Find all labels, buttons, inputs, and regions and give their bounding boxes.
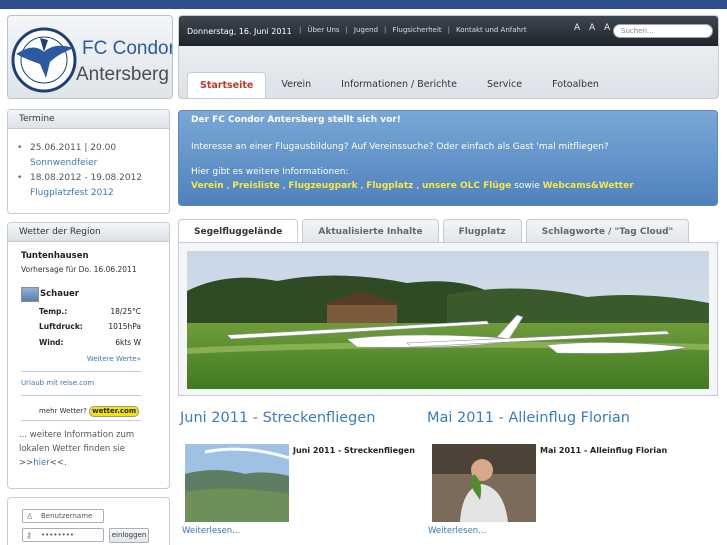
weather-condition: Schauer — [40, 289, 79, 299]
weather-value: 6kts W — [115, 338, 141, 347]
weather-value: 18/25°C — [110, 307, 141, 316]
key-icon: ⚷ — [26, 531, 32, 540]
more-weather: mehr Wetter? wetter.com — [39, 406, 140, 417]
weather-forecast-date: Vorhersage für Do. 16.06.2011 — [21, 265, 137, 274]
font-size-controls[interactable]: A A A — [574, 23, 613, 33]
link-verein[interactable]: Verein — [191, 181, 224, 191]
event-date: 18.08.2012 - 19.08.2012 — [30, 173, 143, 183]
condor-emblem-icon — [11, 27, 77, 93]
intro-more: Hier gibt es weitere Informationen: — [191, 167, 349, 177]
separator: | — [345, 26, 348, 34]
separator: | — [447, 26, 450, 34]
link-preisliste[interactable]: Preisliste — [232, 181, 280, 191]
password-field[interactable]: ⚷ •••••••• — [22, 528, 104, 542]
site-header: Donnerstag, 16. Juni 2011 | Über Uns | J… — [178, 15, 719, 99]
login-box: ♙ Benutzername ⚷ •••••••• einloggen — [7, 497, 170, 545]
weather-info: ... weitere Information zum lokalen Wett… — [19, 428, 159, 470]
link-flugzeugpark[interactable]: Flugzeugpark — [288, 181, 357, 191]
weather-temp-row: Temp.: 18/25°C — [39, 307, 141, 316]
airfield-photo — [187, 251, 709, 389]
article-title[interactable]: Juni 2011 - Streckenfliegen — [180, 410, 375, 426]
top-link-kontakt[interactable]: Kontakt und Anfahrt — [456, 26, 527, 34]
article-thumbnail[interactable] — [432, 444, 536, 522]
logo-club-name: FC Condor — [82, 38, 173, 59]
top-links: | Über Uns | Jugend | Flugsicherheit | K… — [293, 26, 527, 34]
article-title[interactable]: Mai 2011 - Alleinflug Florian — [427, 410, 630, 426]
nav-informationen[interactable]: Informationen / Berichte — [326, 72, 472, 98]
tab-segelfluggelaende[interactable]: Segelfluggelände — [178, 219, 299, 243]
top-link-ueber-uns[interactable]: Über Uns — [307, 26, 339, 34]
list-item: 25.06.2011 | 20.00 Sonnwendfeier — [17, 141, 169, 171]
event-link[interactable]: Flugplatzfest 2012 — [30, 188, 114, 198]
list-item: 18.08.2012 - 19.08.2012 Flugplatzfest 20… — [17, 171, 169, 201]
nav-fotoalben[interactable]: Fotoalben — [537, 72, 614, 98]
link-webcams[interactable]: Webcams&Wetter — [543, 181, 634, 191]
weather-city: Tuntenhausen — [21, 251, 89, 261]
weather-shower-icon — [21, 287, 39, 302]
username-field[interactable]: ♙ Benutzername — [22, 509, 104, 523]
header-strip: Donnerstag, 16. Juni 2011 | Über Uns | J… — [179, 16, 718, 46]
weather-title: Wetter der Region — [8, 223, 169, 242]
password-value: •••••••• — [41, 531, 75, 539]
top-link-jugend[interactable]: Jugend — [354, 26, 378, 34]
divider — [21, 395, 141, 396]
nav-verein[interactable]: Verein — [266, 72, 326, 98]
search-input[interactable]: Suchen... — [613, 24, 713, 38]
content-tabs: Segelfluggelände Aktualisierte Inhalte F… — [178, 219, 690, 243]
current-date: Donnerstag, 16. Juni 2011 — [187, 27, 292, 36]
weather-more-link[interactable]: Weitere Werte» — [87, 355, 141, 363]
article-image — [185, 444, 289, 522]
username-placeholder: Benutzername — [41, 512, 93, 520]
article-thumbnail[interactable] — [185, 444, 289, 522]
tab-tag-cloud[interactable]: Schlagworte / "Tag Cloud" — [525, 219, 690, 243]
more-weather-label: mehr Wetter? — [39, 407, 87, 415]
weather-label: Wind: — [39, 338, 64, 347]
article-caption: Mai 2011 - Alleinflug Florian — [540, 446, 668, 455]
intro-question: Interesse an einer Flugausbildung? Auf V… — [191, 142, 609, 152]
article-caption: Juni 2011 - Streckenfliegen — [293, 446, 415, 455]
link-olc[interactable]: unsere OLC Flüge — [422, 181, 511, 191]
divider — [21, 371, 141, 372]
site-logo[interactable]: FC Condor Antersberg — [7, 15, 173, 99]
top-accent-bar — [0, 0, 727, 9]
wetter-com-badge[interactable]: wetter.com — [89, 406, 140, 417]
tab-aktualisierte-inhalte[interactable]: Aktualisierte Inhalte — [302, 219, 439, 243]
tab-flugplatz[interactable]: Flugplatz — [442, 219, 522, 243]
nav-startseite[interactable]: Startseite — [187, 72, 267, 98]
termine-box: Termine 25.06.2011 | 20.00 Sonnwendfeier… — [7, 109, 170, 214]
urlaub-link[interactable]: Urlaub mit reise.com — [21, 379, 94, 387]
user-icon: ♙ — [26, 512, 34, 521]
termine-list: 25.06.2011 | 20.00 Sonnwendfeier 18.08.2… — [8, 129, 169, 201]
termine-title: Termine — [8, 110, 169, 129]
top-link-flugsicherheit[interactable]: Flugsicherheit — [392, 26, 441, 34]
login-button[interactable]: einloggen — [109, 528, 149, 543]
intro-and-word: sowie — [514, 181, 540, 191]
event-date: 25.06.2011 | 20.00 — [30, 143, 117, 153]
weather-pressure-row: Luftdruck: 1015hPa — [39, 322, 141, 331]
weather-info-link[interactable]: hier — [33, 458, 49, 468]
weather-value: 1015hPa — [108, 322, 141, 331]
intro-title: Der FC Condor Antersberg stellt sich vor… — [191, 115, 401, 125]
tab-panel — [178, 242, 718, 396]
main-nav: Startseite Verein Informationen / Berich… — [187, 72, 614, 98]
intro-box: Der FC Condor Antersberg stellt sich vor… — [178, 110, 718, 206]
weather-wind-row: Wind: 6kts W — [39, 338, 141, 347]
read-more-link[interactable]: Weiterlesen... — [428, 526, 486, 536]
logo-town-name: Antersberg — [76, 64, 169, 85]
weather-box: Wetter der Region Tuntenhausen Vorhersag… — [7, 222, 170, 489]
read-more-link[interactable]: Weiterlesen... — [182, 526, 240, 536]
article-image — [432, 444, 536, 522]
weather-label: Temp.: — [39, 307, 68, 316]
weather-label: Luftdruck: — [39, 322, 83, 331]
event-link[interactable]: Sonnwendfeier — [30, 158, 97, 168]
weather-info-suffix: <<. — [49, 458, 67, 468]
separator: | — [384, 26, 387, 34]
separator: | — [299, 26, 302, 34]
link-flugplatz[interactable]: Flugplatz — [366, 181, 413, 191]
divider — [21, 420, 141, 421]
nav-service[interactable]: Service — [472, 72, 537, 98]
intro-links: Verein , Preisliste , Flugzeugpark , Flu… — [191, 181, 634, 191]
